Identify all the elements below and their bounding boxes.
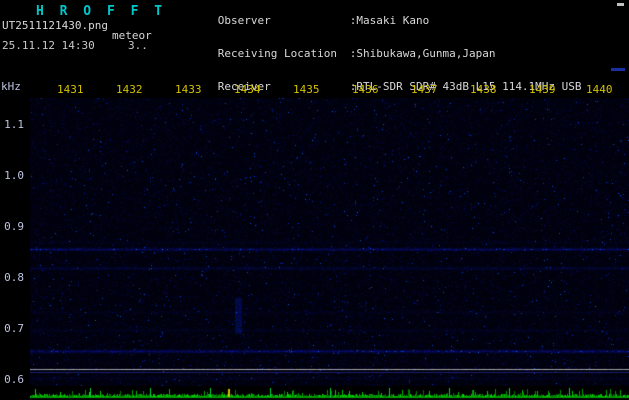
info-label: Observer: [217, 14, 271, 27]
frequency-unit-label: kHz: [1, 80, 21, 93]
info-label: Receiving Location: [217, 47, 337, 60]
app-title: H R O F F T: [36, 4, 167, 19]
time-tick: 1435: [293, 83, 320, 96]
time-tick: 1438: [470, 83, 497, 96]
frequency-tick: 1.1: [4, 118, 24, 131]
time-tick: 1439: [529, 83, 556, 96]
time-tick: 1440: [586, 83, 613, 96]
edge-mark: [611, 68, 625, 71]
info-value: :Masaki Kano: [349, 14, 430, 27]
frequency-tick: 1.0: [4, 169, 24, 182]
capture-filename: UT2511121430.png: [2, 19, 108, 32]
time-tick: 1434: [234, 83, 261, 96]
corner-mark: [617, 3, 624, 6]
time-tick: 1433: [175, 83, 202, 96]
spectrogram-canvas: [30, 98, 629, 386]
frequency-tick: 0.6: [4, 373, 24, 386]
frequency-tick: 0.9: [4, 220, 24, 233]
time-tick: 1437: [411, 83, 438, 96]
time-tick: 1432: [116, 83, 143, 96]
time-tick: 1431: [57, 83, 84, 96]
time-tick: 1436: [352, 83, 379, 96]
info-row-observer: Observer :Masaki Kano: [178, 4, 582, 37]
frequency-tick: 0.8: [4, 271, 24, 284]
hrofft-screen: H R O F F T UT2511121430.png meteor 25.1…: [0, 0, 629, 400]
capture-datetime: 25.11.12 14:30: [2, 39, 95, 52]
signal-level-meter-canvas: [30, 386, 629, 400]
capture-counter: 3..: [128, 39, 148, 52]
frequency-tick: 0.7: [4, 322, 24, 335]
info-value: :Shibukawa,Gunma,Japan: [349, 47, 496, 60]
info-row-location: Receiving Location :Shibukawa,Gunma,Japan: [178, 37, 582, 70]
